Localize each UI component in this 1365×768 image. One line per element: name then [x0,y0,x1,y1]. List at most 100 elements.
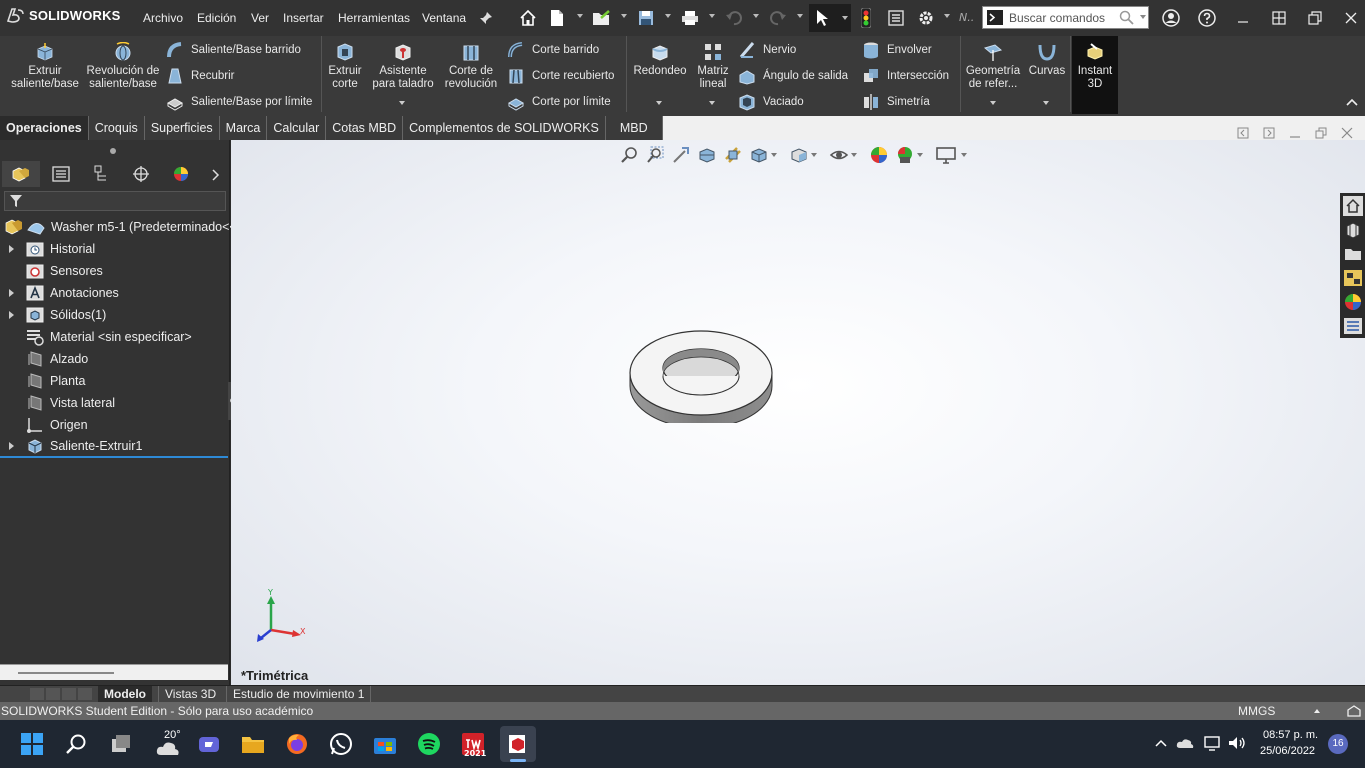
tab-croquis[interactable]: Croquis [89,116,145,140]
viewport-next-icon[interactable] [1263,127,1275,139]
chevron-down-icon[interactable] [842,16,848,20]
tab-estudio-movimiento[interactable]: Estudio de movimiento 1 [226,686,372,702]
search-icon[interactable] [1119,10,1134,25]
tree-item-alzado[interactable]: Alzado [0,348,228,370]
select-tool-button[interactable] [809,4,851,32]
tree-root-part[interactable]: Washer m5-1 (Predeterminado<< [0,216,237,238]
expand-arrow-icon[interactable] [9,245,14,253]
view-palette-icon[interactable] [1343,268,1363,288]
linear-pattern-button[interactable]: Matriz lineal [694,42,732,91]
swept-cut-button[interactable]: Corte barrido [507,41,599,59]
custom-properties-icon[interactable] [1343,316,1363,336]
scrollbar-thumb[interactable] [18,672,114,674]
undo-icon[interactable] [722,6,746,30]
chevron-down-icon[interactable] [399,101,405,105]
tree-item-sensores[interactable]: Sensores [0,260,228,282]
collapse-ribbon-icon[interactable] [1346,98,1358,106]
intersect-button[interactable]: Intersección [862,67,949,85]
user-account-icon[interactable] [1159,6,1183,30]
spotify-icon[interactable] [414,729,444,759]
mirror-button[interactable]: Simetría [862,93,930,111]
zoom-to-fit-icon[interactable] [619,145,639,165]
panel-split-handle[interactable] [110,148,116,154]
solidworks-logo[interactable]: SOLIDWORKS [6,6,121,24]
taskbar-search-icon[interactable] [61,729,91,759]
pin-icon[interactable] [474,6,498,30]
tree-item-solidos[interactable]: Sólidos(1) [0,304,228,326]
tree-item-anotaciones[interactable]: Anotaciones [0,282,228,304]
chevron-down-icon[interactable] [771,153,777,157]
chevron-down-icon[interactable] [797,14,803,18]
tab-modelo[interactable]: Modelo [98,686,152,702]
instant3d-button[interactable]: Instant 3D [1072,36,1118,114]
network-display-icon[interactable] [1203,735,1221,751]
menu-insertar[interactable]: Insertar [283,11,324,25]
tab-superficies[interactable]: Superficies [145,116,220,140]
first-tab-arrow-icon[interactable] [30,688,44,700]
new-document-icon[interactable] [545,6,569,30]
rib-button[interactable]: Nervio [738,41,796,59]
chevron-down-icon[interactable] [709,101,715,105]
menu-ver[interactable]: Ver [251,11,269,25]
lofted-cut-button[interactable]: Corte recubierto [507,67,614,85]
chevron-down-icon[interactable] [577,14,583,18]
tile-windows-icon[interactable] [1267,6,1291,30]
tab-operaciones[interactable]: Operaciones [0,116,89,140]
chevron-down-icon[interactable] [665,14,671,18]
notification-count-badge[interactable]: 16 [1328,734,1348,754]
restore-window-icon[interactable] [1303,6,1327,30]
hole-wizard-button[interactable]: Asistente para taladro [368,42,438,91]
solidworks-2021-icon[interactable]: 2021 [458,729,488,759]
boundary-cut-button[interactable]: Corte por límite [507,93,611,111]
washer-3d-model[interactable] [626,328,776,423]
whatsapp-icon[interactable] [326,729,356,759]
dynamic-annotation-icon[interactable] [723,145,743,165]
show-hidden-icons-chevron-icon[interactable] [1155,739,1167,747]
open-folder-icon[interactable] [590,6,614,30]
menu-archivo[interactable]: Archivo [143,11,183,25]
tab-feature-manager[interactable] [2,161,40,187]
task-view-icon[interactable] [106,729,136,759]
tree-item-planta[interactable]: Planta [0,370,228,392]
apply-scene-icon[interactable] [895,145,915,165]
graphics-viewport[interactable]: Y X *Trimétrica [231,127,1365,685]
file-properties-icon[interactable] [884,6,908,30]
viewport-minimize-icon[interactable] [1289,127,1301,139]
menu-herramientas[interactable]: Herramientas [338,11,410,25]
tree-item-origen[interactable]: Origen [0,414,228,436]
clock-date[interactable]: 25/06/2022 [1260,745,1315,757]
loft-boss-button[interactable]: Recubrir [166,67,234,85]
expand-arrow-icon[interactable] [9,311,14,319]
edit-appearance-icon[interactable] [869,145,889,165]
swept-boss-button[interactable]: Saliente/Base barrido [166,41,301,59]
microsoft-store-icon[interactable] [370,729,400,759]
tab-complementos[interactable]: Complementos de SOLIDWORKS [403,116,606,140]
tab-calcular[interactable]: Calcular [267,116,327,140]
save-icon[interactable] [634,6,658,30]
viewport-close-icon[interactable] [1341,127,1353,139]
chevron-down-icon[interactable] [621,14,627,18]
file-explorer-icon[interactable] [1343,244,1363,264]
chevron-down-icon[interactable] [944,14,950,18]
teams-chat-icon[interactable] [194,729,224,759]
prev-tab-arrow-icon[interactable] [46,688,60,700]
tree-filter-bar[interactable] [4,191,226,211]
options-gear-icon[interactable] [914,6,938,30]
extrude-cut-button[interactable]: Extruir corte [325,42,365,91]
print-icon[interactable] [678,6,702,30]
view-settings-icon[interactable] [935,145,957,165]
wrap-button[interactable]: Envolver [862,41,932,59]
solidworks-resources-icon[interactable] [1342,196,1363,216]
file-explorer-taskbar-icon[interactable] [238,729,268,759]
tree-item-material[interactable]: Material <sin especificar> [0,326,228,348]
firefox-icon[interactable] [282,729,312,759]
weather-widget[interactable]: 20° [150,729,186,759]
tab-marca[interactable]: Marca [220,116,268,140]
extrude-boss-button[interactable]: Extruir saliente/base [8,42,82,91]
hide-show-items-icon[interactable] [829,145,849,165]
tab-mbd[interactable]: MBD [606,116,663,140]
chevron-down-icon[interactable] [656,101,662,105]
viewport-restore-icon[interactable] [1315,127,1327,139]
tree-item-saliente-extruir1[interactable]: Saliente-Extruir1 [0,436,228,458]
tab-dimxpert-manager[interactable] [122,161,160,187]
